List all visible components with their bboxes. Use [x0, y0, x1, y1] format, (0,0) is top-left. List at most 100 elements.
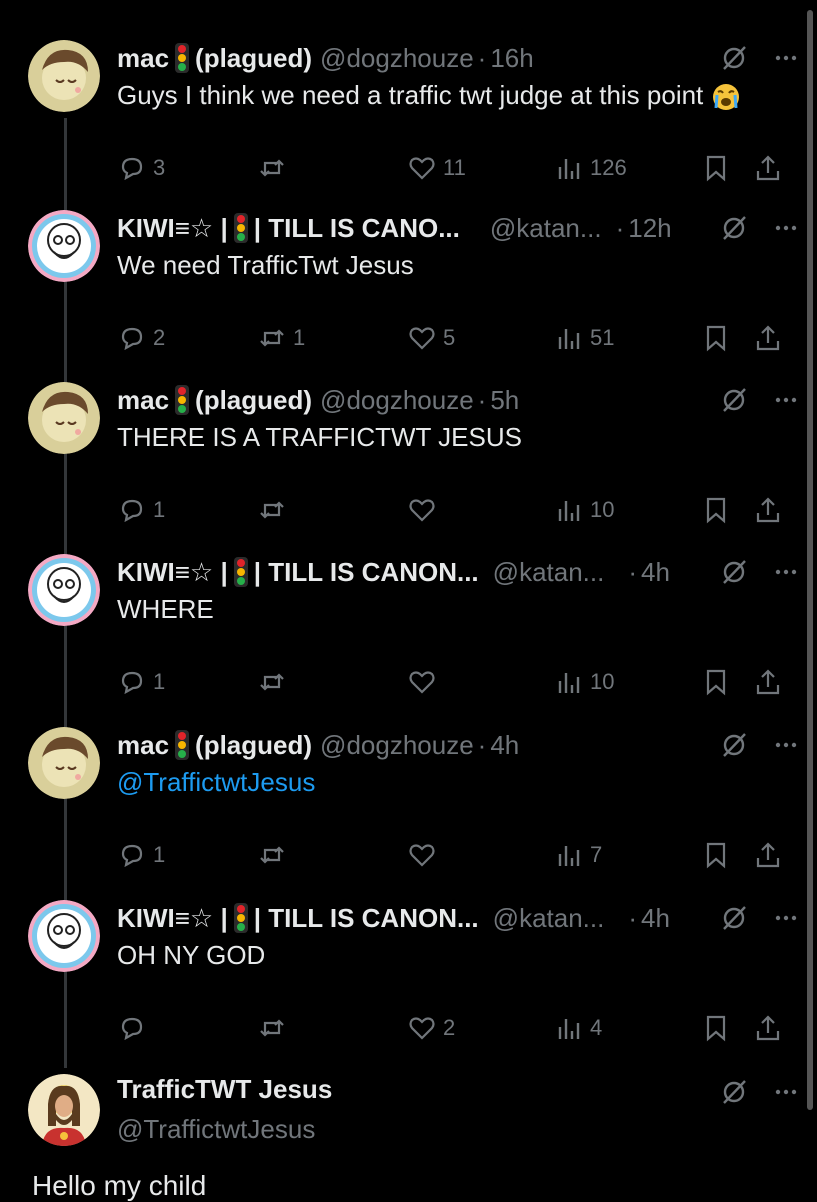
tweet[interactable]: mac (plagued) @dogzhouze · 5h THERE IS A…: [0, 382, 817, 542]
views-button[interactable]: 7: [554, 835, 602, 875]
like-icon: [409, 1017, 435, 1040]
author-handle[interactable]: @TraffictwtJesus: [117, 1114, 315, 1145]
author-name[interactable]: mac: [117, 385, 169, 416]
avatar[interactable]: [28, 554, 100, 626]
bookmark-button[interactable]: [701, 490, 731, 530]
more-icon[interactable]: [771, 43, 801, 73]
more-icon[interactable]: [771, 1077, 801, 1107]
repost-button[interactable]: 1: [257, 318, 305, 358]
scrollbar[interactable]: [807, 10, 813, 1110]
timestamp[interactable]: 4h: [641, 903, 670, 934]
bookmark-button[interactable]: [701, 1008, 731, 1048]
author-name-suffix[interactable]: (plagued): [195, 43, 312, 74]
author-name-suffix[interactable]: | TILL IS CANO...: [254, 213, 460, 244]
reply-button[interactable]: 2: [117, 318, 165, 358]
mention-link[interactable]: @TraffictwtJesus: [117, 767, 315, 798]
grok-icon[interactable]: [719, 213, 749, 243]
bookmark-button[interactable]: [701, 662, 731, 702]
more-icon[interactable]: [771, 213, 801, 243]
separator: ·: [615, 212, 625, 243]
tweet-header: KIWI≡☆ | | TILL IS CANO... @katan... · 1…: [117, 210, 801, 246]
repost-button[interactable]: [257, 835, 287, 875]
avatar[interactable]: [28, 210, 100, 282]
share-icon: [756, 497, 780, 523]
grok-icon[interactable]: [719, 43, 749, 73]
author-handle[interactable]: @dogzhouze: [320, 385, 474, 416]
author-name-suffix[interactable]: | TILL IS CANON...: [254, 557, 479, 588]
bookmark-button[interactable]: [701, 148, 731, 188]
tweet[interactable]: KIWI≡☆ | | TILL IS CANO... @katan... · 1…: [0, 210, 817, 370]
grok-icon[interactable]: [719, 385, 749, 415]
share-button[interactable]: [753, 148, 783, 188]
repost-button[interactable]: [257, 1008, 287, 1048]
grok-icon[interactable]: [719, 1077, 749, 1107]
avatar[interactable]: [28, 1074, 100, 1146]
avatar[interactable]: [28, 382, 100, 454]
repost-button[interactable]: [257, 148, 293, 188]
tweet[interactable]: mac (plagued) @dogzhouze · 4h @Traffictw…: [0, 727, 817, 887]
like-button[interactable]: [407, 835, 437, 875]
author-handle[interactable]: @katan...: [493, 557, 605, 588]
like-icon: [409, 844, 435, 867]
repost-button[interactable]: [257, 490, 287, 530]
like-button[interactable]: [407, 662, 437, 702]
views-button[interactable]: 51: [554, 318, 614, 358]
author-handle[interactable]: @katan...: [490, 213, 602, 244]
grok-icon[interactable]: [719, 557, 749, 587]
author-name-suffix[interactable]: (plagued): [195, 385, 312, 416]
grok-icon[interactable]: [719, 730, 749, 760]
avatar[interactable]: [28, 40, 100, 112]
tweet[interactable]: KIWI≡☆ | | TILL IS CANON... @katan... · …: [0, 900, 817, 1060]
like-button[interactable]: 2: [407, 1008, 455, 1048]
like-button[interactable]: [407, 490, 437, 530]
share-button[interactable]: [753, 662, 783, 702]
views-button[interactable]: 10: [554, 490, 614, 530]
timestamp[interactable]: 4h: [490, 730, 519, 761]
author-name[interactable]: KIWI≡☆ |: [117, 557, 228, 588]
timestamp[interactable]: 5h: [490, 385, 519, 416]
reply-icon: [121, 671, 143, 695]
share-button[interactable]: [753, 835, 783, 875]
views-icon: [558, 501, 580, 521]
views-button[interactable]: 10: [554, 662, 614, 702]
author-name[interactable]: mac: [117, 730, 169, 761]
views-button[interactable]: 126: [554, 148, 627, 188]
reply-button[interactable]: 3: [117, 148, 165, 188]
avatar[interactable]: [28, 900, 100, 972]
author-name[interactable]: mac: [117, 43, 169, 74]
bookmark-button[interactable]: [701, 835, 731, 875]
reply-button[interactable]: [117, 1008, 147, 1048]
repost-button[interactable]: [257, 662, 287, 702]
bookmark-button[interactable]: [701, 318, 731, 358]
avatar[interactable]: [28, 727, 100, 799]
author-handle[interactable]: @dogzhouze: [320, 43, 474, 74]
like-count: 2: [443, 1015, 456, 1040]
share-button[interactable]: [753, 490, 783, 530]
author-handle[interactable]: @dogzhouze: [320, 730, 474, 761]
author-name[interactable]: TrafficTWT Jesus: [117, 1074, 332, 1105]
views-button[interactable]: 4: [554, 1008, 602, 1048]
timestamp[interactable]: 16h: [490, 43, 533, 74]
more-icon[interactable]: [771, 557, 801, 587]
author-name[interactable]: KIWI≡☆ |: [117, 213, 228, 244]
more-icon[interactable]: [771, 385, 801, 415]
reply-button[interactable]: 1: [117, 490, 165, 530]
author-name-suffix[interactable]: (plagued): [195, 730, 312, 761]
share-button[interactable]: [753, 318, 783, 358]
author-name-suffix[interactable]: | TILL IS CANON...: [254, 903, 479, 934]
like-button[interactable]: 11: [407, 148, 466, 188]
grok-icon[interactable]: [719, 903, 749, 933]
tweet[interactable]: mac (plagued) @dogzhouze · 16h Guys I th…: [0, 40, 817, 200]
more-icon[interactable]: [771, 730, 801, 760]
timestamp[interactable]: 12h: [628, 213, 671, 244]
reply-button[interactable]: 1: [117, 662, 165, 702]
author-handle[interactable]: @katan...: [493, 903, 605, 934]
timestamp[interactable]: 4h: [641, 557, 670, 588]
more-icon[interactable]: [771, 903, 801, 933]
reply-button[interactable]: 1: [117, 835, 165, 875]
like-button[interactable]: 5: [407, 318, 455, 358]
author-name[interactable]: KIWI≡☆ |: [117, 903, 228, 934]
share-button[interactable]: [753, 1008, 783, 1048]
tweet[interactable]: KIWI≡☆ | | TILL IS CANON... @katan... · …: [0, 554, 817, 714]
views-icon: [558, 673, 580, 693]
